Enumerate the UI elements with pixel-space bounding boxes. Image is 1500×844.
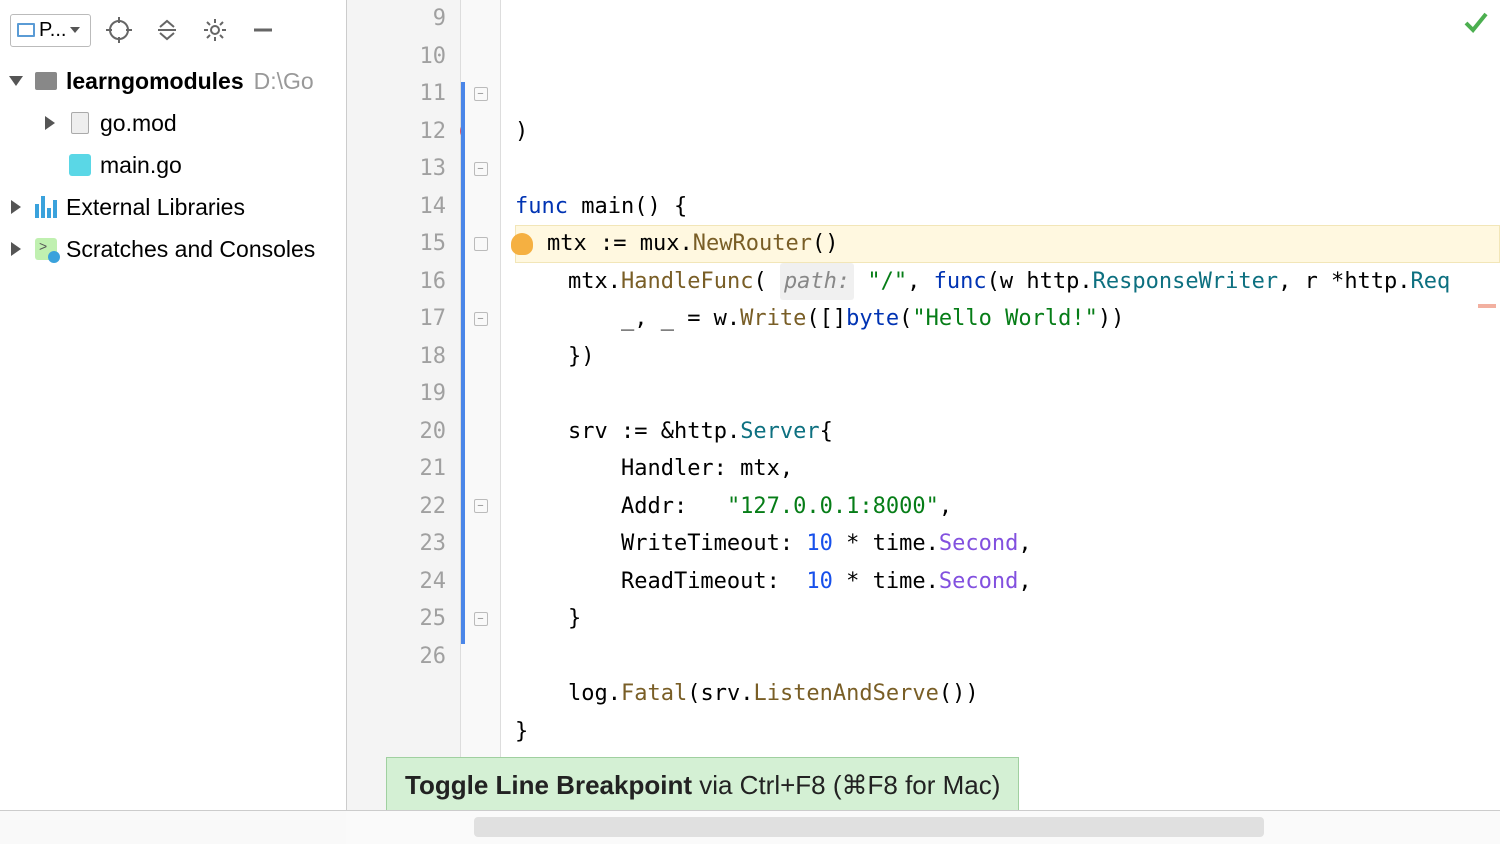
fold-toggle-icon[interactable]: − [474, 87, 488, 101]
line-number[interactable]: 19 [347, 375, 446, 413]
fold-gutter-row[interactable] [461, 450, 500, 488]
fold-gutter-row[interactable]: − [461, 75, 500, 113]
code-line[interactable]: Handler: mtx, [515, 450, 1500, 488]
tree-root-folder[interactable]: learngomodulesD:\Go [0, 60, 346, 102]
fold-gutter-row[interactable]: − [461, 300, 500, 338]
expand-collapse-icon[interactable] [147, 10, 187, 50]
fold-gutter-row[interactable]: − [461, 150, 500, 188]
warning-stripe[interactable] [1478, 304, 1496, 308]
fold-toggle-icon[interactable]: − [474, 499, 488, 513]
fold-gutter-row[interactable]: − [461, 488, 500, 526]
tree-file-gomod[interactable]: go.mod [0, 102, 346, 144]
fold-toggle-icon[interactable]: − [474, 612, 488, 626]
code-line[interactable]: mtx.HandleFunc( path: "/", func(w http.R… [515, 263, 1500, 301]
line-number[interactable]: 23 [347, 525, 446, 563]
code-line[interactable]: func main() { [515, 188, 1500, 226]
fold-gutter-row[interactable]: − [461, 600, 500, 638]
line-number[interactable]: 26 [347, 638, 446, 676]
project-toolbar: P... [0, 0, 346, 60]
line-number[interactable]: 17 [347, 300, 446, 338]
tree-node-label: Scratches and Consoles [66, 236, 315, 263]
code-line[interactable]: }) [515, 338, 1500, 376]
fold-gutter-row[interactable] [461, 413, 500, 451]
line-number[interactable]: 9 [347, 0, 446, 38]
tree-root-label: learngomodulesD:\Go [66, 68, 314, 95]
line-number[interactable]: 10 [347, 38, 446, 76]
tooltip-title: Toggle Line Breakpoint [405, 770, 692, 800]
fold-gutter[interactable]: − − − − − [461, 0, 501, 844]
fold-gutter-row[interactable] [461, 563, 500, 601]
code-line[interactable]: } [515, 600, 1500, 638]
code-line[interactable]: } [515, 713, 1500, 751]
fold-gutter-row[interactable] [461, 638, 500, 676]
line-number[interactable]: 11 [347, 75, 446, 113]
editor-horizontal-scrollbar[interactable] [346, 810, 1500, 844]
go-file-icon [66, 154, 94, 176]
file-icon [66, 112, 94, 134]
fold-gutter-row[interactable] [461, 525, 500, 563]
locate-icon[interactable] [99, 10, 139, 50]
project-tree: learngomodulesD:\Go go.mod main.go Exter… [0, 60, 346, 844]
sidebar-bottom-bar [0, 810, 346, 844]
line-number[interactable]: 13 [347, 150, 446, 188]
chevron-down-icon [6, 76, 26, 86]
code-editor: 91011121314151617181920212223242526 −−−−… [346, 0, 1500, 844]
line-number[interactable]: 14 [347, 188, 446, 226]
tree-node-label: External Libraries [66, 194, 245, 221]
chevron-right-icon [6, 200, 26, 214]
lightbulb-icon[interactable] [511, 233, 533, 255]
fold-gutter-row[interactable] [461, 38, 500, 76]
line-number[interactable]: 18 [347, 338, 446, 376]
view-selector-label: P... [39, 19, 66, 42]
tree-file-label: main.go [100, 152, 182, 179]
line-number[interactable]: 25 [347, 600, 446, 638]
view-selector-dropdown[interactable]: P... [10, 14, 91, 47]
settings-gear-icon[interactable] [195, 10, 235, 50]
chevron-right-icon [40, 116, 60, 130]
code-line[interactable]: log.Fatal(srv.ListenAndServe()) [515, 675, 1500, 713]
folder-icon [32, 72, 60, 90]
fold-end-icon [474, 237, 488, 251]
fold-toggle-icon[interactable]: − [474, 162, 488, 176]
fold-gutter-row[interactable] [461, 113, 500, 151]
line-number[interactable]: 24 [347, 563, 446, 601]
code-line[interactable]: _, _ = w.Write([]byte("Hello World!")) [515, 300, 1500, 338]
fold-gutter-row[interactable] [461, 338, 500, 376]
tree-file-maingo[interactable]: main.go [0, 144, 346, 186]
console-icon [32, 238, 60, 260]
tree-scratches-consoles[interactable]: Scratches and Consoles [0, 228, 346, 270]
fold-toggle-icon[interactable]: − [474, 312, 488, 326]
code-line[interactable]: mtx := mux.NewRouter() [515, 225, 1500, 263]
hint-tooltip: Toggle Line Breakpoint via Ctrl+F8 (⌘F8 … [386, 757, 1019, 814]
code-line[interactable] [515, 150, 1500, 188]
line-number[interactable]: 21 [347, 450, 446, 488]
code-line[interactable]: ) [515, 113, 1500, 151]
code-area[interactable]: ) func main() {mtx := mux.NewRouter() mtx… [501, 0, 1500, 844]
code-line[interactable] [515, 375, 1500, 413]
tree-file-label: go.mod [100, 110, 177, 137]
line-number[interactable]: 16 [347, 263, 446, 301]
minimize-icon[interactable] [243, 10, 283, 50]
fold-gutter-row[interactable] [461, 375, 500, 413]
fold-gutter-row[interactable] [461, 225, 500, 263]
scrollbar-thumb[interactable] [474, 817, 1264, 837]
line-number-gutter[interactable]: 91011121314151617181920212223242526 [347, 0, 461, 844]
line-number[interactable]: 20 [347, 413, 446, 451]
fold-gutter-row[interactable] [461, 188, 500, 226]
line-number[interactable]: 15 [347, 225, 446, 263]
tooltip-rest: via Ctrl+F8 (⌘F8 for Mac) [692, 770, 1000, 800]
code-line[interactable]: WriteTimeout: 10 * time.Second, [515, 525, 1500, 563]
fold-gutter-row[interactable] [461, 0, 500, 38]
line-number[interactable]: 12 [347, 113, 446, 151]
line-number[interactable]: 22 [347, 488, 446, 526]
tree-external-libraries[interactable]: External Libraries [0, 186, 346, 228]
code-line[interactable]: ReadTimeout: 10 * time.Second, [515, 563, 1500, 601]
inspection-ok-icon[interactable] [1462, 8, 1490, 41]
code-line[interactable] [515, 638, 1500, 676]
libraries-icon [32, 196, 60, 218]
fold-gutter-row[interactable] [461, 263, 500, 301]
code-line[interactable]: Addr: "127.0.0.1:8000", [515, 488, 1500, 526]
code-line[interactable]: srv := &http.Server{ [515, 413, 1500, 451]
chevron-right-icon [6, 242, 26, 256]
